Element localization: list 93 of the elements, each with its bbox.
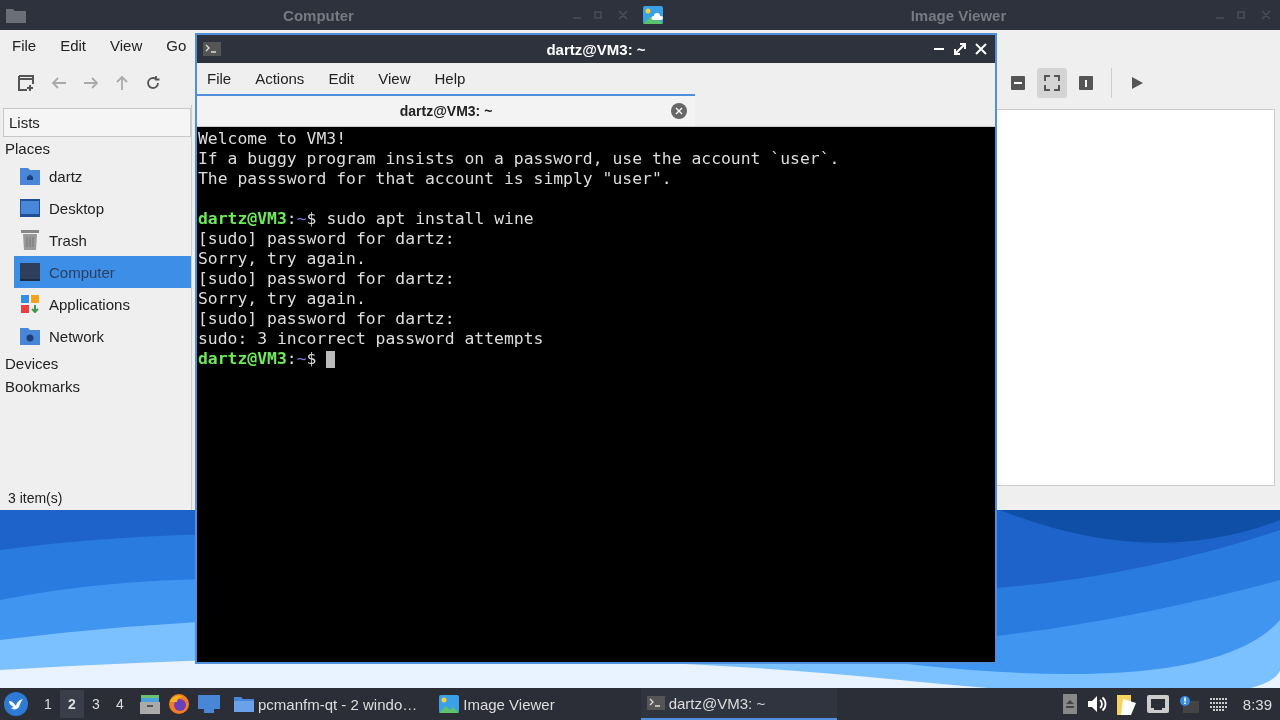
notification-icon[interactable] <box>1178 695 1199 713</box>
fit-icon <box>1044 74 1060 91</box>
taskbar-button[interactable]: Image Viewer <box>433 688 561 720</box>
window-title: Computer <box>283 6 354 24</box>
window-controls-icon <box>571 10 631 20</box>
prompt-user: dartz@VM3 <box>198 349 287 369</box>
applications-icon <box>20 295 40 313</box>
close-icon[interactable] <box>975 43 987 55</box>
menu-item[interactable]: View <box>110 37 143 53</box>
eject-icon[interactable] <box>1062 694 1077 714</box>
trash-icon <box>20 230 40 250</box>
new-window-icon[interactable] <box>17 73 35 92</box>
bird-logo-icon[interactable] <box>4 692 28 716</box>
terminal-icon <box>646 696 665 710</box>
network-port-icon[interactable] <box>1146 695 1169 713</box>
workspace-button[interactable]: 4 <box>108 690 132 718</box>
sidebar-label: Applications <box>49 295 130 313</box>
image-icon <box>643 6 663 24</box>
sidebar-item[interactable]: Desktop <box>14 192 191 224</box>
window-title: Image Viewer <box>910 6 1007 24</box>
fit-button[interactable] <box>1037 67 1067 98</box>
image-icon <box>439 695 460 713</box>
prompt-user: dartz@VM3 <box>198 209 287 229</box>
tab-label: dartz@VM3: ~ <box>399 103 493 119</box>
window-title: dartz@VM3: ~ <box>546 40 646 58</box>
desktop-icon <box>20 199 40 217</box>
workspace-button[interactable]: 2 <box>60 690 84 718</box>
task-label: dartz@VM3: ~ <box>668 694 766 712</box>
sidebar-label: Trash <box>49 231 87 249</box>
terminal-line: [sudo] password for dartz: <box>198 269 456 289</box>
terminal-line: Sorry, try again. <box>198 249 367 269</box>
lists-dropdown[interactable]: Lists <box>3 108 191 137</box>
terminal-line: The passsword for that account is simply "user". <box>198 169 673 189</box>
original-size-icon <box>1079 75 1093 90</box>
command-text: sudo apt install wine <box>326 209 534 229</box>
browser-icon[interactable] <box>168 693 190 715</box>
menu-item[interactable]: Actions <box>255 70 305 87</box>
menu-item[interactable]: Help <box>434 70 466 87</box>
section-header[interactable]: Devices <box>3 352 191 375</box>
sidebar-item[interactable]: dartz <box>14 160 191 192</box>
network-folder-icon <box>20 327 40 345</box>
sidebar-item[interactable]: Trash <box>14 224 191 256</box>
desktop-icon[interactable] <box>198 695 220 713</box>
file-cabinet-icon[interactable] <box>140 694 160 714</box>
sidebar-label: Desktop <box>49 199 105 217</box>
volume-icon[interactable] <box>1086 695 1107 713</box>
menu-item[interactable]: Edit <box>328 70 355 87</box>
window-controls-icon <box>1214 10 1274 20</box>
prompt-separator: : <box>286 349 297 369</box>
status-text: 3 item(s) <box>7 489 64 508</box>
terminal-icon <box>203 42 221 56</box>
close-tab-icon[interactable] <box>671 103 687 119</box>
prompt-path: ~ <box>296 349 307 369</box>
prompt-separator: : <box>286 209 297 229</box>
clipboard-icon[interactable] <box>1116 693 1137 715</box>
reload-icon[interactable] <box>145 74 161 91</box>
sidebar-label: dartz <box>49 167 83 185</box>
section-header: Places <box>4 139 52 159</box>
clock: 8:39 <box>1242 695 1272 713</box>
workspace-button[interactable]: 3 <box>84 690 108 718</box>
terminal-line: If a buggy program insists on a password, use the account `user`. <box>198 149 841 169</box>
terminal-line: [sudo] password for dartz: <box>198 229 456 249</box>
sidebar-label: Network <box>49 327 104 345</box>
task-label: Image Viewer <box>463 695 555 713</box>
keyboard-icon[interactable] <box>1208 697 1229 711</box>
terminal-line: [sudo] password for dartz: <box>198 309 456 329</box>
folder-icon <box>234 696 254 712</box>
sidebar-label: Computer <box>49 263 115 281</box>
menu-item[interactable]: View <box>378 70 411 87</box>
section-header[interactable]: Bookmarks <box>3 375 191 398</box>
terminal-line: Sorry, try again. <box>198 289 367 309</box>
computer-icon <box>20 263 40 281</box>
sidebar-item[interactable]: Applications <box>14 288 191 320</box>
menu-item[interactable]: File <box>207 70 232 87</box>
terminal-line: Welcome to VM3! <box>198 129 348 149</box>
terminal-tab[interactable]: dartz@VM3: ~ <box>197 94 695 126</box>
prompt-sign: $ <box>306 209 317 229</box>
terminal-line: sudo: 3 incorrect password attempts <box>198 329 545 349</box>
workspace-button[interactable]: 1 <box>36 690 60 718</box>
folder-icon <box>6 7 26 23</box>
prompt-path: ~ <box>296 209 307 229</box>
sidebar-item[interactable]: Network <box>14 320 191 352</box>
maximize-icon[interactable] <box>954 43 966 55</box>
menu-item[interactable]: Go <box>166 37 187 53</box>
taskbar-button[interactable]: pcmanfm-qt - 2 windo… <box>228 688 424 720</box>
minus-icon <box>1011 75 1025 90</box>
task-label: pcmanfm-qt - 2 windo… <box>258 695 418 713</box>
home-folder-icon <box>20 167 40 185</box>
play-icon <box>1130 75 1144 90</box>
menu-item[interactable]: Edit <box>60 37 87 53</box>
taskbar-button[interactable]: dartz@VM3: ~ <box>640 688 837 720</box>
menu-item[interactable]: File <box>12 37 37 53</box>
prompt-sign: $ <box>306 349 317 369</box>
